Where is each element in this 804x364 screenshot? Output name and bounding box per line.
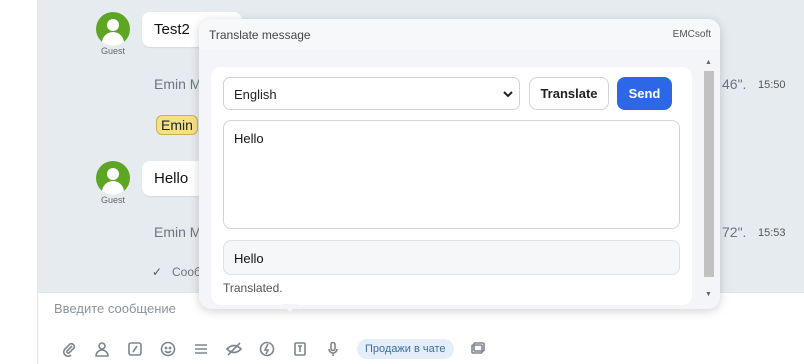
paperclip-icon[interactable] xyxy=(52,339,85,359)
translate-icon[interactable] xyxy=(283,339,316,359)
microphone-icon[interactable] xyxy=(316,339,349,359)
language-select-value: English xyxy=(234,87,277,102)
language-select[interactable]: English xyxy=(223,77,520,110)
source-text-input[interactable]: Hello xyxy=(223,120,680,229)
modal-header: Translate message EMCsoft xyxy=(199,19,720,49)
chevron-down-icon xyxy=(503,87,513,98)
composer-toolbar: Продажи в чате xyxy=(52,339,495,359)
translate-button[interactable]: Translate xyxy=(529,77,609,110)
modal-title: Translate message xyxy=(209,28,311,42)
system-line-tail: 46". xyxy=(722,76,747,92)
edit-icon[interactable] xyxy=(118,339,151,359)
message-input[interactable]: Введите сообщение xyxy=(54,301,176,316)
left-edge xyxy=(0,0,38,364)
modal-pointer xyxy=(282,304,298,312)
scroll-thumb[interactable] xyxy=(704,71,714,277)
system-line-tail: 72". xyxy=(722,224,747,240)
send-button[interactable]: Send xyxy=(617,77,672,110)
lightning-icon[interactable] xyxy=(250,339,283,359)
author-role-label: Guest xyxy=(100,46,125,56)
scroll-up-icon[interactable]: ▲ xyxy=(705,59,712,66)
status-text: Translated. xyxy=(223,281,283,295)
translate-modal: Translate message EMCsoft English Transl… xyxy=(199,19,720,309)
translation-result: Hello xyxy=(223,240,680,275)
system-line: Emin M xyxy=(154,76,202,92)
message-time: 15:50 xyxy=(758,79,786,91)
system-line: Emin M xyxy=(154,224,202,240)
avatar xyxy=(96,12,130,46)
layers-icon[interactable] xyxy=(462,339,495,359)
check-icon: ✓ xyxy=(152,265,163,279)
delivered-status: Сооб xyxy=(172,265,201,279)
author-role-label: Guest xyxy=(100,195,125,205)
message-time: 15:53 xyxy=(758,227,786,239)
modal-content: English Translate Send Hello Hello Trans… xyxy=(211,67,692,305)
name-tag[interactable]: Emin xyxy=(156,115,198,135)
sales-chip[interactable]: Продажи в чате xyxy=(357,339,454,359)
brand-label: EMCsoft xyxy=(672,29,711,40)
emoji-icon[interactable] xyxy=(151,339,184,359)
contact-icon[interactable] xyxy=(85,339,118,359)
avatar xyxy=(96,161,130,195)
modal-scrollbar[interactable]: ▲ ▼ xyxy=(703,59,714,305)
template-icon[interactable] xyxy=(184,339,217,359)
hidden-eye-icon[interactable] xyxy=(217,339,250,359)
scroll-down-icon[interactable]: ▼ xyxy=(705,291,712,298)
